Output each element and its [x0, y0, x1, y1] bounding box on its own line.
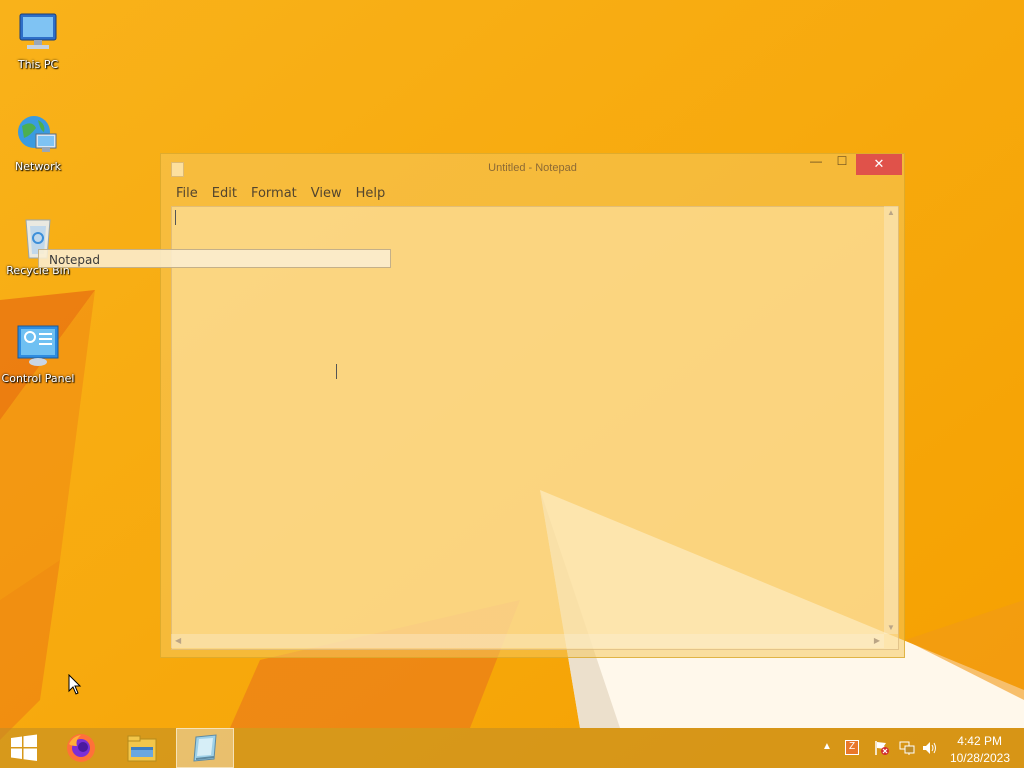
mouse-pointer-icon	[68, 674, 82, 695]
desktop-icon-label: Control Panel	[1, 372, 75, 385]
clock-time: 4:42 PM	[957, 734, 1002, 748]
network-icon[interactable]	[899, 740, 915, 756]
taskbar-notepad[interactable]	[176, 728, 234, 768]
computer-icon	[14, 8, 62, 56]
app-tray-icon[interactable]: Z	[845, 740, 859, 755]
text-caret	[175, 210, 176, 225]
desktop-icon-this-pc[interactable]: This PC	[0, 8, 76, 71]
control-panel-icon	[14, 322, 62, 370]
scroll-up-arrow-icon[interactable]: ▲	[887, 208, 895, 217]
drag-tooltip: Notepad	[38, 249, 391, 268]
menu-file[interactable]: File	[169, 183, 205, 205]
drag-tooltip-label: Notepad	[49, 253, 100, 267]
window-title: Untitled - Notepad	[488, 162, 577, 174]
taskbar-file-explorer[interactable]	[113, 728, 171, 768]
notepad-window[interactable]: Untitled - Notepad — ☐ ✕ File Edit Forma…	[160, 153, 905, 658]
horizontal-scrollbar[interactable]: ◀ ▶	[171, 634, 884, 648]
taskbar: ▲ Z 4:42 PM 10/28/2023	[0, 728, 1024, 768]
desktop-icon-network[interactable]: Network	[0, 110, 76, 173]
text-caret	[336, 364, 337, 379]
scroll-left-arrow-icon[interactable]: ◀	[175, 636, 181, 645]
system-tray: ▲ Z	[818, 728, 948, 768]
title-bar[interactable]: Untitled - Notepad — ☐ ✕	[161, 154, 904, 182]
minimize-button[interactable]: —	[805, 154, 827, 174]
scroll-right-arrow-icon[interactable]: ▶	[874, 636, 880, 645]
start-button[interactable]	[0, 728, 48, 768]
desktop-icon-control-panel[interactable]: Control Panel	[0, 322, 76, 385]
desktop-icon-label: This PC	[17, 58, 59, 71]
menu-view[interactable]: View	[304, 183, 349, 205]
network-globe-icon	[14, 110, 62, 158]
menu-bar: File Edit Format View Help	[169, 183, 392, 205]
show-hidden-icons-chevron[interactable]: ▲	[822, 741, 832, 752]
text-editor-area[interactable]	[171, 206, 899, 650]
clock-date: 10/28/2023	[949, 751, 1010, 765]
taskbar-firefox[interactable]	[52, 728, 110, 768]
file-explorer-icon	[127, 735, 157, 762]
volume-icon[interactable]	[922, 740, 938, 756]
close-button[interactable]: ✕	[856, 154, 902, 175]
desktop-icon-label: Network	[15, 160, 61, 173]
menu-format[interactable]: Format	[244, 183, 304, 205]
action-center-flag-icon[interactable]	[874, 740, 890, 756]
start-windows-icon	[11, 734, 37, 761]
firefox-icon	[67, 734, 95, 762]
menu-edit[interactable]: Edit	[205, 183, 244, 205]
scroll-down-arrow-icon[interactable]: ▼	[887, 623, 895, 632]
menu-help[interactable]: Help	[349, 183, 393, 205]
notepad-icon	[193, 734, 217, 762]
vertical-scrollbar[interactable]: ▲ ▼	[884, 206, 898, 634]
clock[interactable]: 4:42 PM 10/28/2023	[944, 728, 1024, 768]
maximize-button[interactable]: ☐	[831, 154, 853, 174]
